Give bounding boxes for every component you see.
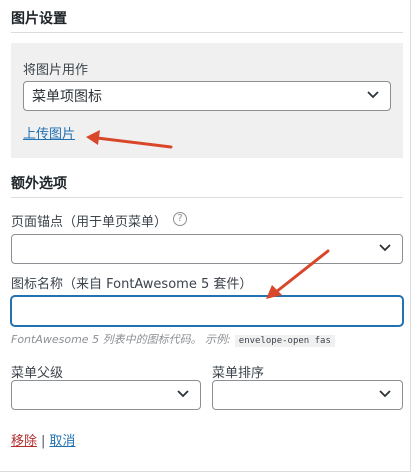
icon-name-label: 图标名称（来自 FontAwesome 5 套件） (11, 277, 253, 292)
upload-image-link[interactable]: 上传图片 (23, 123, 75, 142)
anchor-label: 页面锚点（用于单页菜单） (11, 215, 168, 230)
menu-item-settings-panel: 图片设置 将图片用作 菜单项图标 上传图片 额外选项 页面锚点（用于单页菜单） … (0, 0, 411, 472)
chevron-down-icon (177, 390, 189, 398)
menu-order-select[interactable] (212, 380, 403, 410)
menu-parent-label: 菜单父级 (11, 366, 64, 381)
icon-name-input[interactable] (11, 296, 403, 326)
chevron-down-icon (367, 91, 379, 99)
action-separator: | (41, 434, 46, 449)
divider (11, 197, 403, 198)
icon-help-example: envelope-open fas (234, 335, 335, 347)
divider (11, 32, 403, 33)
remove-link[interactable]: 移除 (11, 434, 37, 449)
icon-help-description: FontAwesome 5 列表中的图标代码。 示例: (11, 333, 231, 346)
chevron-down-icon (379, 390, 391, 398)
icon-help-text: FontAwesome 5 列表中的图标代码。 示例: envelope-open… (11, 331, 335, 347)
item-actions: 移除 | 取消 (11, 430, 75, 449)
cancel-link[interactable]: 取消 (49, 434, 75, 449)
image-settings-box: 将图片用作 菜单项图标 上传图片 (11, 43, 403, 158)
menu-parent-select[interactable] (11, 380, 201, 410)
use-image-as-select[interactable]: 菜单项图标 (23, 81, 391, 111)
extra-options-title: 额外选项 (11, 176, 67, 192)
use-image-as-label: 将图片用作 (23, 63, 89, 78)
help-icon[interactable]: ? (173, 212, 187, 226)
anchor-select[interactable] (11, 234, 403, 264)
use-image-as-value: 菜单项图标 (32, 89, 102, 105)
chevron-down-icon (379, 244, 391, 252)
menu-order-label: 菜单排序 (212, 366, 265, 381)
image-settings-title: 图片设置 (11, 11, 67, 27)
